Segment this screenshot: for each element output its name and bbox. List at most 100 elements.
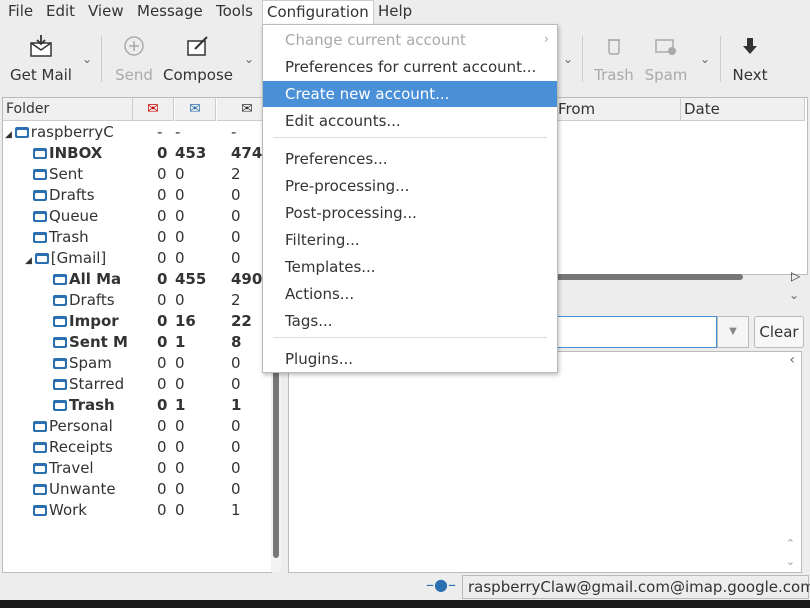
folder-name: Sent (33, 164, 153, 185)
folder-icon (53, 274, 67, 285)
date-column-header[interactable]: Date (681, 98, 805, 121)
folder-unread-count: 0 (175, 438, 185, 456)
folder-new-count: 0 (157, 501, 167, 519)
spam-button[interactable]: Spam (642, 24, 690, 94)
menu-item[interactable]: Templates... (263, 254, 557, 280)
menu-item[interactable]: Create new account... (263, 81, 557, 107)
folder-name: Unwante (33, 479, 153, 500)
scroll-right-icon[interactable]: ▷ (791, 269, 800, 283)
menu-edit[interactable]: Edit (42, 0, 79, 24)
get-mail-button[interactable]: Get Mail (4, 24, 78, 94)
menu-view[interactable]: View (84, 0, 128, 24)
folder-icon (33, 211, 47, 222)
folder-name: Personal (33, 416, 153, 437)
menu-item[interactable]: Filtering... (263, 227, 557, 253)
folder-total-count: 0 (231, 438, 241, 456)
next-button[interactable]: Next (728, 24, 772, 94)
folder-row[interactable]: Sent M01 8 (3, 332, 271, 353)
menu-help[interactable]: Help (374, 0, 416, 24)
message-view: ‹ ⌃ ⌄ (288, 351, 802, 573)
from-column-header[interactable]: From (555, 98, 681, 121)
folder-unread-count: 0 (175, 249, 185, 267)
folder-row[interactable]: Travel 0 0 0 (3, 458, 271, 479)
folder-new-count: 0 (157, 144, 168, 162)
folder-unread-count: 0 (175, 165, 185, 183)
folder-new-count: 0 (157, 333, 168, 351)
menu-item[interactable]: Preferences for current account... (263, 54, 557, 80)
menu-message[interactable]: Message (133, 0, 207, 24)
spam-dropdown-icon[interactable]: ⌄ (700, 52, 710, 66)
folder-row[interactable]: Drafts 0 0 0 (3, 185, 271, 206)
expander-icon[interactable]: ◢ (5, 130, 15, 140)
folder-row[interactable]: Work 0 0 1 (3, 500, 271, 521)
folder-row[interactable]: Receipts 0 0 0 (3, 437, 271, 458)
folder-total-count: 0 (231, 375, 241, 393)
main-window: File Edit View Message Tools Configurati… (0, 0, 810, 600)
menu-item[interactable]: Actions... (263, 281, 557, 307)
compose-dropdown-icon[interactable]: ⌄ (244, 52, 254, 66)
folder-name: Drafts (33, 185, 153, 206)
menu-item[interactable]: Edit accounts... (263, 108, 557, 134)
trash-button[interactable]: Trash (590, 24, 638, 94)
menu-file[interactable]: File (4, 0, 37, 24)
menu-configuration[interactable]: Configuration (262, 0, 374, 25)
folder-new-count: 0 (157, 480, 167, 498)
expand-chevron-icon[interactable]: ⌄ (789, 288, 799, 302)
reply-dropdown-icon[interactable]: ⌄ (563, 52, 573, 66)
expander-icon[interactable]: ◢ (25, 256, 35, 266)
toolbar-separator (582, 36, 583, 82)
folder-name: Trash (53, 395, 153, 416)
folder-name: Queue (33, 206, 153, 227)
submenu-arrow-icon: › (543, 32, 549, 47)
folder-unread-count: 0 (175, 228, 185, 246)
folder-row[interactable]: All Ma 0 455 490 (3, 269, 271, 290)
folder-unread-count: 0 (175, 354, 185, 372)
folder-icon (33, 442, 47, 453)
folder-new-count: 0 (157, 228, 167, 246)
folder-row[interactable]: Queue 0 0 0 (3, 206, 271, 227)
folder-new-count: 0 (157, 354, 167, 372)
scroll-down-icon[interactable]: ⌄ (786, 555, 795, 568)
menu-tools[interactable]: Tools (212, 0, 257, 24)
folder-name: All Ma (53, 269, 153, 290)
folder-row[interactable]: Impor 0 16 22 (3, 311, 271, 332)
new-count-header[interactable]: ✉ (133, 98, 174, 121)
folder-new-count: 0 (157, 312, 168, 330)
menu-item[interactable]: Change current account › (263, 27, 557, 53)
search-combo-arrow-icon[interactable]: ▼ (717, 316, 749, 348)
folder-row[interactable]: Starred 0 0 0 (3, 374, 271, 395)
menu-item[interactable]: Preferences... (263, 146, 557, 172)
folder-icon (33, 190, 47, 201)
clear-button[interactable]: Clear (754, 316, 804, 348)
folder-row[interactable]: ◢ raspberryC - - - (3, 122, 271, 143)
folder-row[interactable]: Spam 0 0 0 (3, 353, 271, 374)
folder-unread-count: 0 (175, 459, 185, 477)
scroll-up-icon[interactable]: ⌃ (786, 537, 795, 550)
menu-item[interactable]: Plugins... (263, 346, 557, 372)
menu-item[interactable]: Pre-processing... (263, 173, 557, 199)
folder-unread-count: 453 (175, 144, 207, 162)
folder-row[interactable]: Sent 0 0 2 (3, 164, 271, 185)
folder-row[interactable]: Unwante 0 0 0 (3, 479, 271, 500)
folder-row[interactable]: Personal 0 0 0 (3, 416, 271, 437)
folder-row[interactable]: Drafts 0 0 2 (3, 290, 271, 311)
connection-plug-icon[interactable]: –●– (426, 575, 456, 594)
unread-count-header[interactable]: ✉ (175, 98, 216, 121)
folder-row[interactable]: INBOX 0 453 474 (3, 143, 271, 164)
folder-icon (53, 379, 67, 390)
folder-row[interactable]: ◢ [Gmail] 0 0 0 (3, 248, 271, 269)
collapse-left-icon[interactable]: ‹ (789, 352, 795, 368)
menu-item[interactable]: Post-processing... (263, 200, 557, 226)
menu-item[interactable]: Tags... (263, 308, 557, 334)
compose-button[interactable]: Compose (162, 24, 234, 94)
folder-row[interactable]: Trash 0 0 0 (3, 227, 271, 248)
folder-row[interactable]: Trash 0 1 1 (3, 395, 271, 416)
folder-name: Receipts (33, 437, 153, 458)
get-mail-dropdown-icon[interactable]: ⌄ (82, 52, 92, 66)
folder-column-header[interactable]: Folder (3, 98, 133, 121)
menubar: File Edit View Message Tools Configurati… (0, 0, 810, 25)
folder-unread-count: 16 (175, 312, 196, 330)
folder-icon (33, 148, 47, 159)
folder-name: Travel (33, 458, 153, 479)
send-button[interactable]: Send (110, 24, 158, 94)
